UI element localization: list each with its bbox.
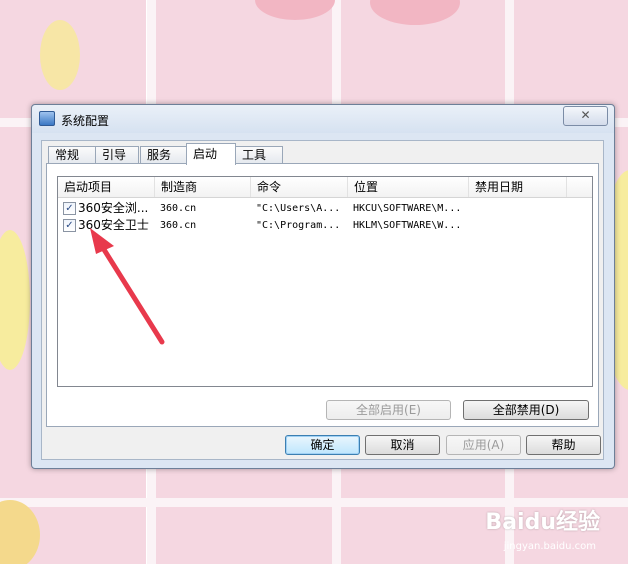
tab-label: 启动 [193, 147, 218, 161]
annotation-arrow-icon [90, 228, 165, 345]
watermark-url: jingyan.baidu.com [503, 541, 596, 552]
baidu-watermark: Baidu经验 [485, 510, 600, 535]
tab-startup[interactable]: 启动 [186, 143, 236, 165]
